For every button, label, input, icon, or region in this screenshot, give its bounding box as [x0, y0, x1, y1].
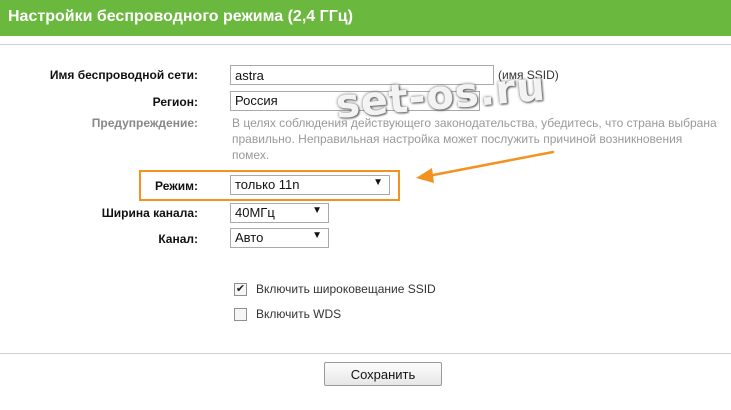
annotation-arrow-line: [426, 150, 555, 178]
annotation-arrow-head: [416, 168, 434, 183]
annotation-arrow: [416, 150, 555, 183]
